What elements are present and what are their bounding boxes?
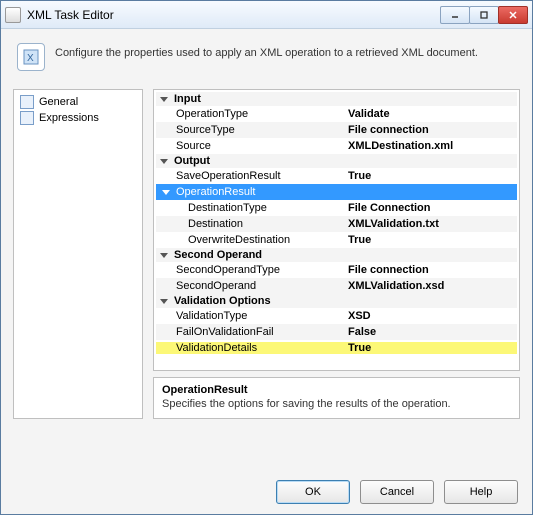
task-icon: X <box>17 43 45 71</box>
window-title: XML Task Editor <box>27 8 114 22</box>
nav-item-expressions[interactable]: Expressions <box>14 110 142 126</box>
app-icon <box>5 7 21 23</box>
prop-source[interactable]: SourceXMLDestination.xml <box>156 138 517 154</box>
prop-validation-type[interactable]: ValidationTypeXSD <box>156 308 517 324</box>
help-text: Specifies the options for saving the res… <box>162 398 511 410</box>
category-validation-options[interactable]: Validation Options <box>156 294 517 308</box>
prop-validation-details[interactable]: ValidationDetailsTrue <box>156 340 517 356</box>
nav-item-label: General <box>39 96 78 108</box>
close-button[interactable] <box>498 6 528 24</box>
category-output[interactable]: Output <box>156 154 517 168</box>
prop-operation-result[interactable]: OperationResult <box>156 184 517 200</box>
prop-second-operand-type[interactable]: SecondOperandTypeFile connection <box>156 262 517 278</box>
category-nav: General Expressions <box>13 89 143 419</box>
prop-overwrite-destination[interactable]: OverwriteDestinationTrue <box>156 232 517 248</box>
prop-destination-type[interactable]: DestinationTypeFile Connection <box>156 200 517 216</box>
maximize-button[interactable] <box>469 6 499 24</box>
help-button[interactable]: Help <box>444 480 518 504</box>
prop-destination[interactable]: DestinationXMLValidation.txt <box>156 216 517 232</box>
collapse-icon <box>160 97 168 102</box>
cancel-button[interactable]: Cancel <box>360 480 434 504</box>
prop-save-operation-result[interactable]: SaveOperationResultTrue <box>156 168 517 184</box>
ok-button[interactable]: OK <box>276 480 350 504</box>
page-icon <box>20 95 34 109</box>
collapse-icon <box>160 159 168 164</box>
property-help-panel: OperationResult Specifies the options fo… <box>153 377 520 419</box>
prop-operation-type[interactable]: OperationTypeValidate <box>156 106 517 122</box>
prop-second-operand[interactable]: SecondOperandXMLValidation.xsd <box>156 278 517 294</box>
help-title: OperationResult <box>162 384 511 396</box>
titlebar[interactable]: XML Task Editor <box>1 1 532 29</box>
prop-source-type[interactable]: SourceTypeFile connection <box>156 122 517 138</box>
category-input[interactable]: Input <box>156 92 517 106</box>
nav-item-label: Expressions <box>39 112 99 124</box>
category-second-operand[interactable]: Second Operand <box>156 248 517 262</box>
task-description: Configure the properties used to apply a… <box>55 43 478 59</box>
collapse-icon <box>160 253 168 258</box>
nav-item-general[interactable]: General <box>14 94 142 110</box>
property-grid[interactable]: Input OperationTypeValidate SourceTypeFi… <box>153 89 520 371</box>
svg-text:X: X <box>27 53 34 64</box>
collapse-icon <box>160 299 168 304</box>
collapse-icon <box>162 190 170 195</box>
page-icon <box>20 111 34 125</box>
minimize-button[interactable] <box>440 6 470 24</box>
prop-fail-on-validation-fail[interactable]: FailOnValidationFailFalse <box>156 324 517 340</box>
xml-task-editor-window: XML Task Editor X Configure the properti… <box>0 0 533 515</box>
